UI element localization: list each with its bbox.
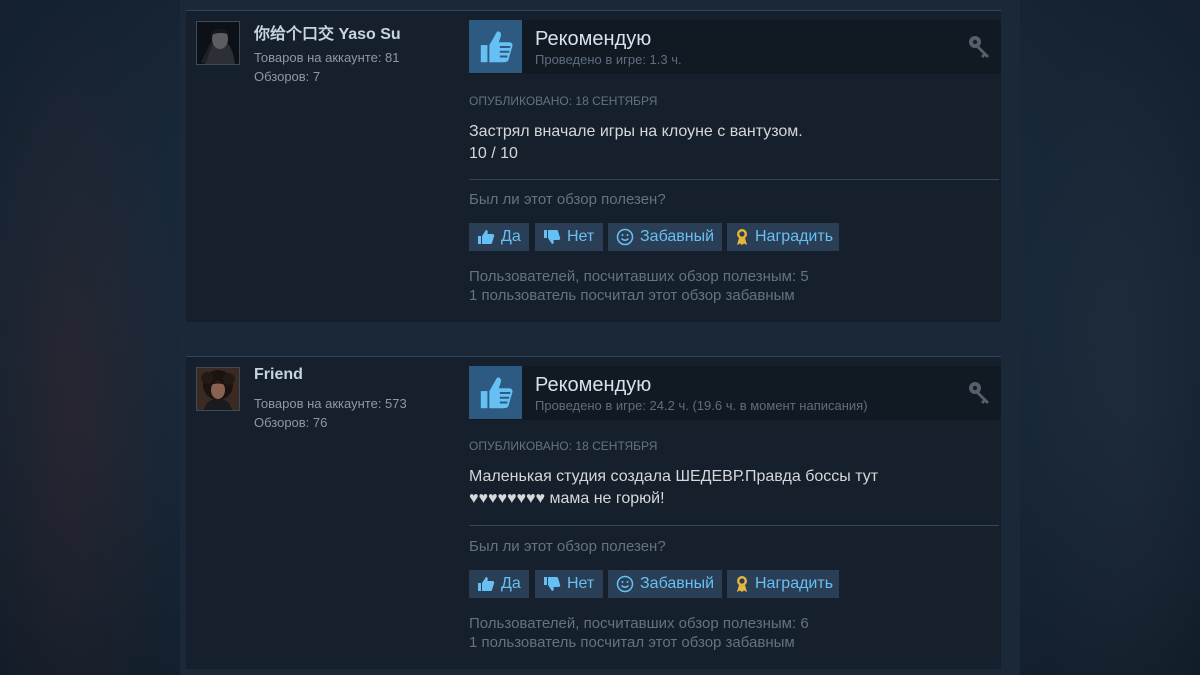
posted-date: ОПУБЛИКОВАНО: 18 СЕНТЯБРЯ [469,94,658,108]
thumbs-up-icon [477,229,495,245]
background-left [0,0,180,675]
author-name[interactable]: Friend [254,366,303,384]
review-card: Friend Товаров на аккаунте: 573 Обзоров:… [186,356,1001,669]
vote-header[interactable]: Рекомендую Проведено в игре: 1.3 ч. [469,20,1001,74]
award-label: Наградить [755,228,834,245]
funny-count: 1 пользователь посчитал этот обзор забав… [469,634,795,651]
thumbs-down-icon [543,229,561,245]
author-products-count[interactable]: Товаров на аккаунте: 573 [254,396,407,411]
avatar[interactable] [196,21,240,65]
thumbs-down-icon [543,576,561,592]
vote-funny-label: Забавный [640,575,715,592]
review-content: Маленькая студия создала ШЕДЕВР.Правда б… [469,466,989,510]
helpful-count: Пользователей, посчитавших обзор полезны… [469,268,809,285]
vote-yes-button[interactable]: Да [469,570,529,598]
review-text-line: ♥♥♥♥♥♥♥♥ мама не горюй! [469,490,665,507]
award-button[interactable]: Наградить [727,223,839,251]
award-button[interactable]: Наградить [727,570,839,598]
thumbs-up-icon [480,377,513,408]
vote-header[interactable]: Рекомендую Проведено в игре: 24.2 ч. (19… [469,366,1001,420]
recommend-thumb [469,20,522,73]
review-card: 你给个口交 Yaso Su Товаров на аккаунте: 81 Об… [186,10,1001,322]
posted-date: ОПУБЛИКОВАНО: 18 СЕНТЯБРЯ [469,439,658,453]
award-ribbon-icon [735,228,749,246]
author-products-count[interactable]: Товаров на аккаунте: 81 [254,50,400,65]
vote-no-label: Нет [567,228,595,245]
divider [469,179,999,180]
helpful-count: Пользователей, посчитавших обзор полезны… [469,615,809,632]
vote-yes-label: Да [501,228,521,245]
author-reviews-count[interactable]: Обзоров: 76 [254,415,327,430]
smiley-icon [616,228,634,246]
avatar[interactable] [196,367,240,411]
review-content: Застрял вначале игры на клоуне с вантузо… [469,121,989,165]
smiley-icon [616,575,634,593]
author-name[interactable]: 你给个口交 Yaso Su [254,20,401,44]
review-text-line: Застрял вначале игры на клоуне с вантузо… [469,123,803,140]
vote-yes-label: Да [501,575,521,592]
hours-played: Проведено в игре: 1.3 ч. [535,52,682,67]
vote-funny-label: Забавный [640,228,715,245]
helpful-question: Был ли этот обзор полезен? [469,191,666,208]
funny-count: 1 пользователь посчитал этот обзор забав… [469,287,795,304]
vote-funny-button[interactable]: Забавный [608,570,722,598]
vote-yes-button[interactable]: Да [469,223,529,251]
vote-no-button[interactable]: Нет [535,223,603,251]
divider [469,525,999,526]
key-icon [967,380,993,411]
author-reviews-count[interactable]: Обзоров: 7 [254,69,320,84]
review-text-line: 10 / 10 [469,145,518,162]
vote-funny-button[interactable]: Забавный [608,223,722,251]
background-right [1020,0,1200,675]
thumbs-up-icon [477,576,495,592]
vote-no-button[interactable]: Нет [535,570,603,598]
recommendation-title: Рекомендую [535,28,652,50]
award-label: Наградить [755,575,834,592]
key-icon [967,34,993,65]
award-ribbon-icon [735,575,749,593]
review-text-line: Маленькая студия создала ШЕДЕВР.Правда б… [469,468,879,485]
hours-played: Проведено в игре: 24.2 ч. (19.6 ч. в мом… [535,398,868,413]
recommendation-title: Рекомендую [535,374,652,396]
helpful-question: Был ли этот обзор полезен? [469,538,666,555]
vote-no-label: Нет [567,575,595,592]
thumbs-up-icon [480,31,513,62]
recommend-thumb [469,366,522,419]
